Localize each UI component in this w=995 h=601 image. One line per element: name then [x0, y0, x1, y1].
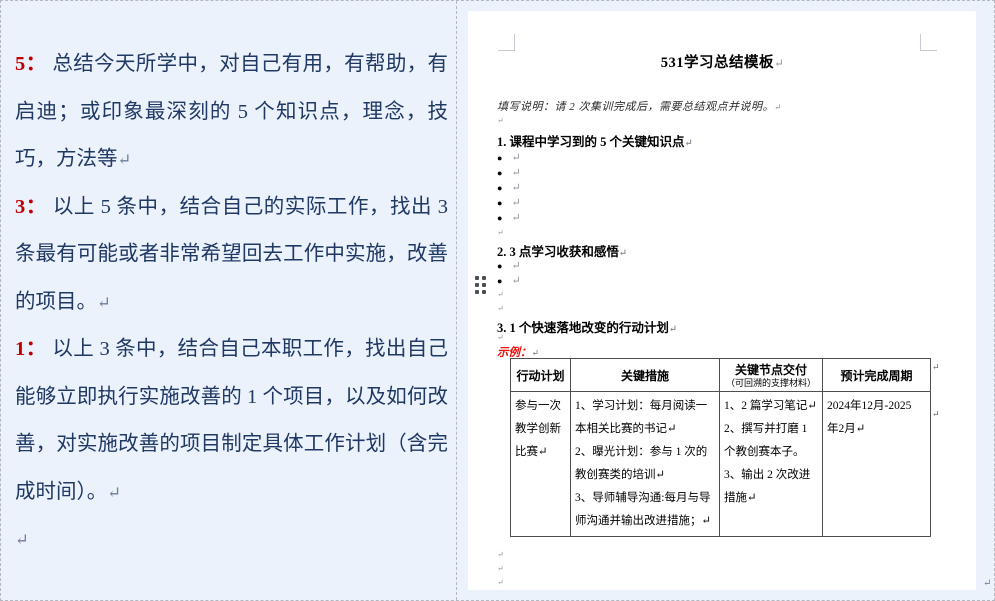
paragraph-mark: ↵ [685, 138, 693, 149]
bullet-icon: ● [497, 261, 502, 271]
section-heading-1: 1. 课程中学习到的 5 个关键知识点↵ [497, 131, 693, 150]
note-text: 以上 5 条中，结合自己的实际工作，找出 3 条最有可能或者非常希望回去工作中实… [15, 196, 448, 313]
section-heading-2: 2. 3 点学习收获和感悟↵ [497, 241, 627, 260]
fill-instruction: 填写说明：请 2 次集训完成后，需要总结观点并说明。↵ [497, 98, 782, 114]
document-title: 531学习总结模板↵ [497, 51, 948, 72]
paragraph-mark: ↵ [511, 152, 520, 164]
section-heading-text: 3. 1 个快速落地改变的行动计划 [497, 321, 669, 335]
header-key-deliverables: 关键节点交付（可回溯的支撑材料） [720, 359, 823, 392]
paragraph-mark: ↵ [497, 116, 504, 125]
bullet-item: ●↵ [497, 259, 521, 272]
empty-line: ↵ [497, 577, 504, 588]
paragraph-mark: ↵ [511, 260, 520, 272]
drag-handle-icon[interactable] [475, 276, 486, 294]
note-text: 以上 3 条中，结合自己本职工作，找出自己能够立即执行实施改善的 1 个项目，以… [15, 338, 448, 503]
section-heading-text: 1. 课程中学习到的 5 个关键知识点 [497, 135, 685, 149]
action-plan-table: 行动计划 关键措施 关键节点交付（可回溯的支撑材料） 预计完成周期 参与一次教学… [510, 358, 931, 537]
header-key-measures: 关键措施 [571, 359, 720, 392]
document-page: 531学习总结模板↵ 填写说明：请 2 次集训完成后，需要总结观点并说明。↵ ↵… [468, 11, 976, 590]
empty-line: ↵ [497, 115, 504, 126]
paragraph-mark: ↵ [511, 275, 520, 287]
note-number-1: 1： [15, 338, 46, 360]
paragraph-mark: ↵ [619, 248, 627, 259]
margin-corner-top-right [920, 34, 937, 51]
paragraph-mark: ↵ [118, 150, 132, 169]
note-paragraph-1: 1：以上 3 条中，结合自己本职工作，找出自己能够立即执行实施改善的 1 个项目… [15, 326, 448, 516]
bullet-item: ●↵ [497, 166, 521, 179]
paragraph-mark: ↵ [497, 228, 504, 237]
paragraph-mark: ↵ [669, 324, 677, 335]
bullet-item: ●↵ [497, 211, 521, 224]
header-expected-period: 预计完成周期 [823, 359, 931, 392]
cell-key-measures: 1、学习计划：每月阅读一 本相关比赛的书记↵ 2、曝光计划：参与 1 次的 教创… [571, 392, 720, 537]
bullet-icon: ● [497, 276, 502, 286]
empty-line: ↵ [497, 303, 504, 314]
paragraph-mark: ↵ [497, 550, 504, 559]
paragraph-mark: ↵ [497, 564, 504, 573]
paragraph-mark: ↵ [107, 483, 121, 502]
bullet-item: ●↵ [497, 274, 521, 287]
cell-expected-period: 2024年12月-2025 年2月↵ [823, 392, 931, 537]
bullet-icon: ● [497, 168, 502, 178]
paragraph-mark: ↵ [97, 293, 111, 312]
section-heading-text: 2. 3 点学习收获和感悟 [497, 245, 619, 259]
paragraph-mark: ↵ [511, 167, 520, 179]
panel-divider [456, 1, 457, 600]
table-row: 参与一次教学创新比赛↵ 1、学习计划：每月阅读一 本相关比赛的书记↵ 2、曝光计… [511, 392, 931, 537]
paragraph-mark: ↵ [983, 578, 991, 589]
row-end-mark: ↵ [932, 362, 940, 373]
paragraph-mark: ↵ [15, 530, 29, 549]
note-number-5: 5： [15, 53, 46, 75]
header-deliverables-subtext: （可回溯的支撑材料） [722, 378, 820, 389]
paragraph-mark: ↵ [532, 348, 540, 358]
split-view: 5：总结今天所学中，对自己有用，有帮助，有启迪；或印象最深刻的 5 个知识点，理… [0, 0, 995, 601]
paragraph-mark: ↵ [497, 290, 504, 299]
bullet-icon: ● [497, 213, 502, 223]
row-end-mark: ↵ [932, 409, 940, 420]
section-heading-3: 3. 1 个快速落地改变的行动计划↵ [497, 317, 677, 336]
bullet-icon: ● [497, 183, 502, 193]
empty-line: ↵ [497, 563, 504, 574]
paragraph-mark: ↵ [511, 212, 520, 224]
note-paragraph-3: 3：以上 5 条中，结合自己的实际工作，找出 3 条最有可能或者非常希望回去工作… [15, 184, 448, 327]
document-title-text: 531学习总结模板 [661, 55, 774, 71]
paragraph-mark: ↵ [774, 57, 784, 70]
cell-key-deliverables: 1、2 篇学习笔记↵ 2、撰写并打磨 1 个教创赛本子。 3、输出 2 次改进 … [720, 392, 823, 537]
paragraph-mark: ↵ [497, 578, 504, 587]
note-number-3: 3： [15, 196, 47, 218]
bullet-item: ●↵ [497, 181, 521, 194]
paragraph-mark: ↵ [497, 304, 504, 313]
empty-line: ↵ [497, 549, 504, 560]
bullet-icon: ● [497, 198, 502, 208]
header-action-plan: 行动计划 [511, 359, 571, 392]
table-header-row: 行动计划 关键措施 关键节点交付（可回溯的支撑材料） 预计完成周期 [511, 359, 931, 392]
paragraph-mark: ↵ [511, 197, 520, 209]
note-paragraph-5: 5：总结今天所学中，对自己有用，有帮助，有启迪；或印象最深刻的 5 个知识点，理… [15, 41, 448, 184]
paragraph-mark: ↵ [511, 182, 520, 194]
cell-action-plan: 参与一次教学创新比赛↵ [511, 392, 571, 537]
fill-instruction-text: 填写说明：请 2 次集训完成后，需要总结观点并说明。 [497, 101, 774, 113]
paragraph-mark: ↵ [497, 333, 504, 342]
empty-line: ↵ [497, 332, 504, 343]
bullet-item: ●↵ [497, 151, 521, 164]
empty-paragraph: ↵ [15, 516, 448, 564]
margin-corner-top-left [498, 34, 515, 51]
empty-line: ↵ [497, 289, 504, 300]
note-text: 总结今天所学中，对自己有用，有帮助，有启迪；或印象最深刻的 5 个知识点，理念，… [15, 53, 448, 170]
bullet-item: ●↵ [497, 196, 521, 209]
notes-panel: 5：总结今天所学中，对自己有用，有帮助，有启迪；或印象最深刻的 5 个知识点，理… [15, 41, 448, 564]
paragraph-mark: ↵ [774, 102, 782, 112]
bullet-icon: ● [497, 153, 502, 163]
empty-line: ↵ [497, 227, 504, 238]
header-key-deliverables-text: 关键节点交付 [735, 363, 807, 377]
